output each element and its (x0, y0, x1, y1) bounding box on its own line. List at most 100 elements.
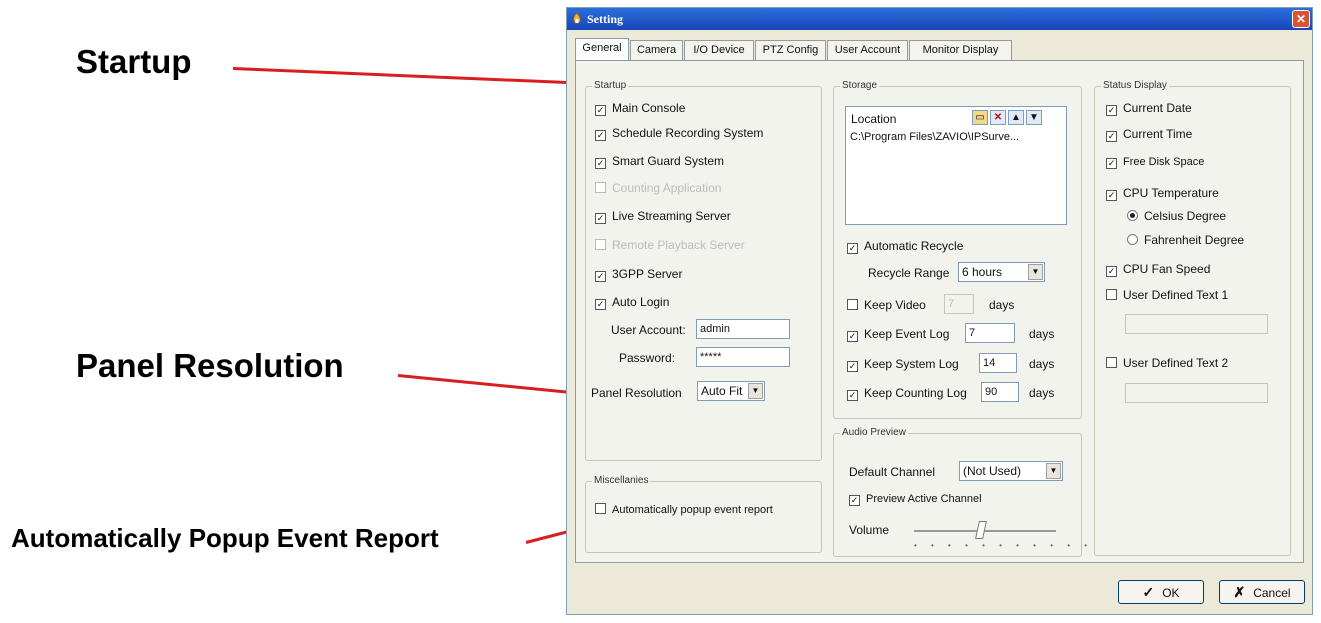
setting-icon (573, 12, 581, 24)
user-account-field[interactable]: admin (696, 319, 790, 339)
callout-line-startup (232, 67, 585, 85)
status-display-group-label: Status Display (1101, 80, 1169, 91)
radio-icon (1127, 234, 1138, 245)
checkbox-icon: ✓ (1106, 131, 1117, 142)
keep-event-log-days-field[interactable]: 7 (965, 323, 1015, 343)
panel-resolution-label: Panel Resolution (591, 386, 682, 400)
callout-line-panel-resolution (397, 374, 591, 396)
tab-general[interactable]: General (575, 38, 629, 61)
free-disk-space-checkbox[interactable]: ✓ Free Disk Space (1106, 156, 1204, 169)
cpu-fan-speed-checkbox[interactable]: ✓ CPU Fan Speed (1106, 262, 1210, 277)
location-header: Location (851, 112, 897, 126)
ok-button[interactable]: ✓ OK (1118, 580, 1204, 604)
cancel-button[interactable]: ✗ Cancel (1219, 580, 1305, 604)
checkbox-icon: ✓ (595, 271, 606, 282)
x-icon: ✗ (1233, 584, 1246, 600)
miscellanies-group-label: Miscellanies (592, 475, 651, 486)
auto-login-checkbox[interactable]: ✓ Auto Login (595, 295, 669, 310)
general-panel: Startup ✓ Main Console ✓ Schedule Recordin… (575, 60, 1304, 563)
miscellanies-group: Miscellanies Automatically popup event r… (585, 475, 822, 553)
callout-popup-event-report: Automatically Popup Event Report (11, 523, 439, 553)
checkbox-icon: ✓ (595, 130, 606, 141)
main-console-checkbox[interactable]: ✓ Main Console (595, 101, 685, 116)
password-label: Password: (619, 351, 676, 365)
checkbox-icon (595, 182, 606, 193)
tab-user-account[interactable]: User Account (827, 40, 908, 60)
callout-panel-resolution: Panel Resolution (76, 347, 344, 384)
chevron-down-icon: ▼ (1028, 264, 1043, 280)
up-icon[interactable]: ▲ (1008, 110, 1024, 125)
callout-startup: Startup (76, 43, 192, 80)
keep-system-log-checkbox[interactable]: ✓ Keep System Log (847, 357, 959, 372)
check-icon: ✓ (1142, 584, 1155, 600)
delete-icon[interactable]: ✕ (990, 110, 1006, 125)
tab-monitor-display[interactable]: Monitor Display (909, 40, 1012, 60)
default-channel-select[interactable]: (Not Used) ▼ (959, 461, 1063, 481)
user-defined-text-2-checkbox[interactable]: User Defined Text 2 (1106, 356, 1228, 370)
window-title: Setting (587, 12, 623, 26)
tab-io-device[interactable]: I/O Device (684, 40, 754, 60)
storage-group: Storage Location ▭ ✕ ▲ ▼ C:\Program File… (833, 80, 1082, 419)
counting-application-checkbox[interactable]: Counting Application (595, 181, 721, 195)
keep-counting-log-checkbox[interactable]: ✓ Keep Counting Log (847, 386, 967, 401)
automatic-recycle-checkbox[interactable]: ✓ Automatic Recycle (847, 239, 963, 254)
keep-event-log-days-label: days (1029, 327, 1055, 341)
checkbox-icon: ✓ (1106, 190, 1117, 201)
tab-ptz-config[interactable]: PTZ Config (755, 40, 826, 60)
chevron-down-icon: ▼ (748, 383, 763, 399)
user-defined-text-1-field[interactable] (1125, 314, 1268, 334)
status-display-group: Status Display ✓ Current Date ✓ Current Ti… (1094, 80, 1291, 556)
checkbox-icon: ✓ (595, 299, 606, 310)
tab-camera[interactable]: Camera (630, 40, 683, 60)
3gpp-server-checkbox[interactable]: ✓ 3GPP Server (595, 267, 682, 282)
storage-location-path[interactable]: C:\Program Files\ZAVIO\IPSurve... (850, 131, 1019, 143)
checkbox-icon: ✓ (1106, 105, 1117, 116)
keep-system-log-days-field[interactable]: 14 (979, 353, 1017, 373)
user-account-label: User Account: (611, 323, 686, 337)
current-date-checkbox[interactable]: ✓ Current Date (1106, 101, 1192, 116)
startup-group: Startup ✓ Main Console ✓ Schedule Recordin… (585, 80, 822, 461)
checkbox-icon: ✓ (847, 331, 858, 342)
panel-resolution-select[interactable]: Auto Fit ▼ (697, 381, 765, 401)
radio-icon (1127, 210, 1138, 221)
password-field[interactable]: ***** (696, 347, 790, 367)
checkbox-icon (1106, 357, 1117, 368)
user-defined-text-2-field[interactable] (1125, 383, 1268, 403)
checkbox-icon (847, 299, 858, 310)
recycle-range-select[interactable]: 6 hours ▼ (958, 262, 1045, 282)
checkbox-icon: ✓ (849, 495, 860, 506)
user-defined-text-1-checkbox[interactable]: User Defined Text 1 (1106, 288, 1228, 302)
remote-playback-checkbox[interactable]: Remote Playback Server (595, 238, 745, 252)
recycle-range-label: Recycle Range (868, 266, 950, 280)
keep-event-log-checkbox[interactable]: ✓ Keep Event Log (847, 327, 949, 342)
checkbox-icon: ✓ (1106, 158, 1117, 169)
fahrenheit-radio[interactable]: Fahrenheit Degree (1127, 233, 1244, 247)
checkbox-icon (595, 503, 606, 514)
checkbox-icon: ✓ (1106, 266, 1117, 277)
checkbox-icon (595, 239, 606, 250)
volume-slider-ticks: • • • • • • • • • • • (914, 541, 1094, 550)
popup-event-report-checkbox[interactable]: Automatically popup event report (595, 503, 773, 516)
keep-video-checkbox[interactable]: Keep Video (847, 298, 926, 312)
storage-location-list[interactable]: Location ▭ ✕ ▲ ▼ C:\Program Files\ZAVIO\… (845, 106, 1067, 225)
cpu-temperature-checkbox[interactable]: ✓ CPU Temperature (1106, 186, 1219, 201)
startup-group-label: Startup (592, 80, 629, 91)
close-button[interactable]: ✕ (1292, 10, 1310, 28)
volume-slider-track[interactable] (914, 530, 1056, 532)
folder-icon[interactable]: ▭ (972, 110, 988, 125)
live-streaming-checkbox[interactable]: ✓ Live Streaming Server (595, 209, 731, 224)
chevron-down-icon: ▼ (1046, 463, 1061, 479)
default-channel-label: Default Channel (849, 465, 936, 479)
current-time-checkbox[interactable]: ✓ Current Time (1106, 127, 1192, 142)
preview-active-channel-checkbox[interactable]: ✓ Preview Active Channel (849, 493, 982, 506)
celsius-radio[interactable]: Celsius Degree (1127, 209, 1226, 223)
keep-video-days-field[interactable]: 7 (944, 294, 974, 314)
smart-guard-checkbox[interactable]: ✓ Smart Guard System (595, 154, 724, 169)
audio-preview-group: Audio Preview Default Channel (Not Used)… (833, 427, 1087, 557)
checkbox-icon: ✓ (595, 158, 606, 169)
setting-window: Setting ✕ General Camera I/O Device PTZ … (566, 7, 1313, 615)
schedule-recording-checkbox[interactable]: ✓ Schedule Recording System (595, 126, 763, 141)
down-icon[interactable]: ▼ (1026, 110, 1042, 125)
keep-counting-log-days-field[interactable]: 90 (981, 382, 1019, 402)
keep-system-log-days-label: days (1029, 357, 1055, 371)
